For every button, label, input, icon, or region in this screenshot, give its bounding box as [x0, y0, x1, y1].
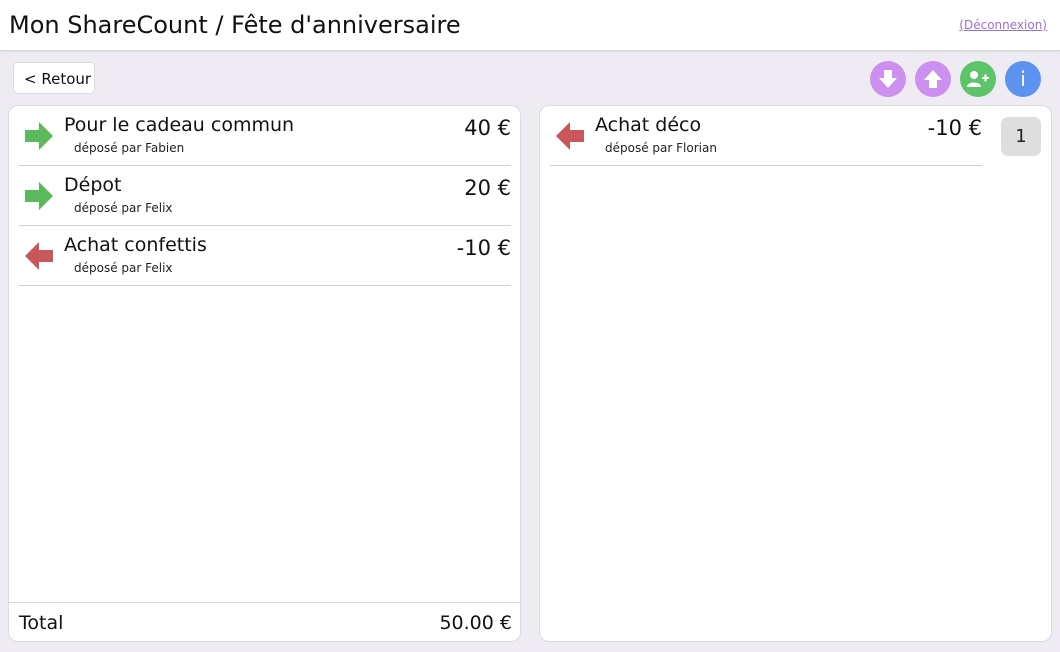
- transaction-amount: -10 €: [456, 236, 511, 260]
- download-button[interactable]: [870, 61, 906, 97]
- total-value: 50.00 €: [439, 612, 512, 634]
- left-account-panel: Pour le cadeau commun déposé par Fabien …: [8, 105, 521, 642]
- right-account-panel: Achat déco déposé par Florian -10 € 1: [539, 105, 1052, 642]
- info-icon: i: [1020, 67, 1026, 91]
- arrow-left-icon: [25, 242, 53, 270]
- add-user-icon: [967, 71, 989, 87]
- transaction-amount: -10 €: [927, 116, 982, 140]
- add-user-button[interactable]: [960, 61, 996, 97]
- transaction-amount: 20 €: [464, 176, 511, 200]
- transaction-depositor: déposé par Felix: [74, 261, 173, 275]
- app-header: Mon ShareCount / Fête d'anniversaire (Dé…: [0, 0, 1060, 51]
- arrow-up-icon: [924, 70, 942, 88]
- transaction-depositor: déposé par Fabien: [74, 141, 185, 155]
- page-title: Mon ShareCount / Fête d'anniversaire: [9, 11, 461, 39]
- transaction-label: Achat confettis: [64, 234, 207, 256]
- transaction-amount: 40 €: [464, 116, 511, 140]
- logout-link[interactable]: (Déconnexion): [959, 18, 1047, 32]
- arrow-right-icon: [25, 182, 53, 210]
- transaction-label: Dépot: [64, 174, 122, 196]
- info-button[interactable]: i: [1005, 61, 1041, 97]
- total-bar: Total 50.00 €: [9, 602, 520, 641]
- transaction-row[interactable]: Achat déco déposé par Florian -10 €: [550, 106, 982, 166]
- back-button[interactable]: < Retour: [13, 62, 95, 94]
- transaction-depositor: déposé par Florian: [605, 141, 717, 155]
- transaction-depositor: déposé par Felix: [74, 201, 173, 215]
- arrow-down-icon: [879, 70, 897, 88]
- total-label: Total: [19, 612, 64, 634]
- arrow-left-icon: [556, 122, 584, 150]
- transaction-label: Achat déco: [595, 114, 702, 136]
- transaction-row[interactable]: Pour le cadeau commun déposé par Fabien …: [19, 106, 511, 166]
- count-badge[interactable]: 1: [1001, 117, 1041, 156]
- transaction-row[interactable]: Achat confettis déposé par Felix -10 €: [19, 226, 511, 286]
- upload-button[interactable]: [915, 61, 951, 97]
- transaction-label: Pour le cadeau commun: [64, 114, 295, 136]
- transaction-row[interactable]: Dépot déposé par Felix 20 €: [19, 166, 511, 226]
- arrow-right-icon: [25, 122, 53, 150]
